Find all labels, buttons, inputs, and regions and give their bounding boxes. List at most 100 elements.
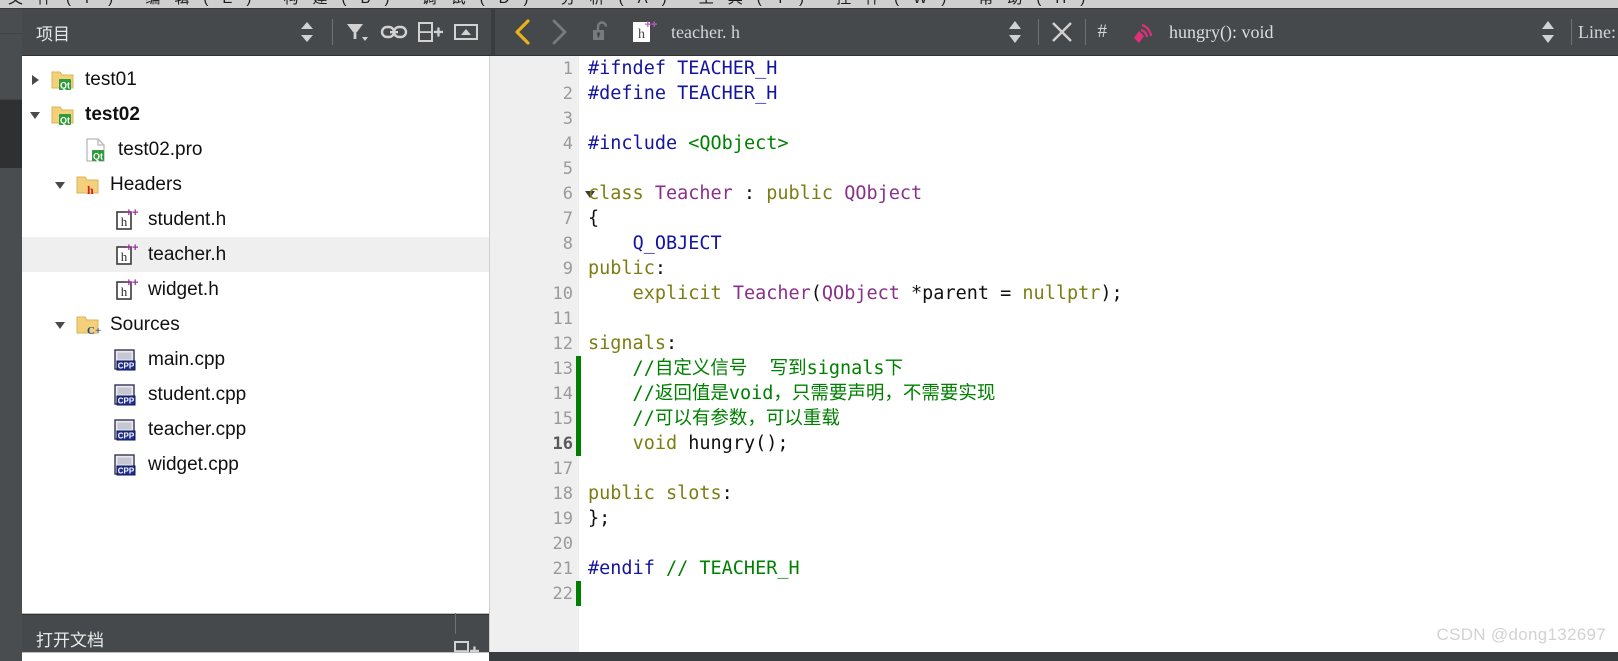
chevron-down-icon[interactable] (47, 318, 73, 332)
collapse-up-icon[interactable] (449, 15, 483, 49)
svg-text:++: ++ (126, 242, 139, 254)
mode-item-welcome[interactable] (0, 9, 22, 34)
editor-file-name[interactable]: teacher. h (671, 22, 740, 43)
close-icon[interactable] (1045, 15, 1079, 49)
line-number: 8 (562, 233, 573, 254)
current-symbol[interactable]: hungry(): void (1169, 22, 1273, 43)
code-editor[interactable]: 1 2 3 4 5 6 7 8 9 10 11 12 13 14 15 16 17 18 19 20 21 22 #ifn… (489, 56, 1618, 661)
menu-bar-labels[interactable]: 文件(F) 编辑(E) 构建(B) 调试(D) 分析(A) 工具(T) 控件(W… (8, 0, 1099, 8)
code-token: ( (810, 283, 822, 304)
updown-chevrons-icon[interactable] (290, 15, 324, 49)
tree-item-sources[interactable]: C++ Sources (22, 307, 489, 342)
project-dock: 项目 Qt test01 Qt test02 Qt test02.pro h H… (22, 9, 489, 661)
svg-text:CPP: CPP (118, 431, 135, 440)
tree-item-test02-pro[interactable]: Qt test02.pro (22, 132, 489, 167)
code-line[interactable] (588, 156, 1618, 181)
code-token: #include (588, 133, 689, 154)
chevron-down-icon[interactable] (47, 178, 73, 192)
tree-item-test01[interactable]: Qt test01 (22, 62, 489, 97)
tree-item-main-cpp[interactable]: CPP main.cpp (22, 342, 489, 377)
code-token: { (588, 208, 600, 229)
qt-creator-window: 文件(F) 编辑(E) 构建(B) 调试(D) 分析(A) 工具(T) 控件(W… (0, 0, 1618, 661)
cpp-file-icon: CPP (111, 452, 141, 478)
mode-item-design[interactable] (0, 100, 22, 168)
tree-item-student-cpp[interactable]: CPP student.cpp (22, 377, 489, 412)
tree-item-widget-cpp[interactable]: CPP widget.cpp (22, 447, 489, 482)
code-line[interactable] (588, 106, 1618, 131)
tree-item-teacher-cpp[interactable]: CPP teacher.cpp (22, 412, 489, 447)
code-line[interactable]: //自定义信号 写到signals下 (588, 356, 1618, 381)
signal-icon (1123, 15, 1157, 49)
forward-button[interactable] (541, 15, 575, 49)
menu-bar[interactable]: 文件(F) 编辑(E) 构建(B) 调试(D) 分析(A) 工具(T) 控件(W… (0, 0, 1618, 9)
code-line[interactable]: }; (588, 506, 1618, 531)
tree-item-label: test01 (85, 69, 137, 90)
project-tree[interactable]: Qt test01 Qt test02 Qt test02.pro h Head… (22, 56, 489, 613)
editor-area: h ++ teacher. h # hungry(): void Line: 1… (489, 9, 1618, 661)
tree-item-teacher-h[interactable]: h ++ teacher.h (22, 237, 489, 272)
tree-item-student-h[interactable]: h ++ student.h (22, 202, 489, 237)
code-line[interactable]: //可以有参数，可以重载 (588, 406, 1618, 431)
mode-item-debug[interactable] (0, 168, 22, 495)
code-line[interactable]: Q_OBJECT (588, 231, 1618, 256)
code-line[interactable]: signals: (588, 331, 1618, 356)
code-line[interactable]: #endif // TEACHER_H (588, 556, 1618, 581)
line-number: 19 (552, 508, 573, 529)
mode-selector-strip[interactable] (0, 9, 22, 661)
tree-item-test02[interactable]: Qt test02 (22, 97, 489, 132)
code-line[interactable]: //返回值是void，只需要声明，不需要实现 (588, 381, 1618, 406)
code-line[interactable]: #include <QObject> (588, 131, 1618, 156)
filter-icon[interactable] (341, 15, 375, 49)
split-add-icon[interactable] (413, 15, 447, 49)
chevron-right-icon[interactable] (22, 73, 48, 87)
back-button[interactable] (507, 15, 541, 49)
code-line[interactable]: void hungry(); (588, 431, 1618, 456)
svg-text:CPP: CPP (118, 466, 135, 475)
svg-text:Qt: Qt (93, 151, 103, 161)
tree-item-headers[interactable]: h Headers (22, 167, 489, 202)
code-line[interactable]: explicit Teacher(QObject *parent = nullp… (588, 281, 1618, 306)
headers-folder-icon: h (73, 173, 103, 197)
code-token: explicit (632, 283, 733, 304)
updown-chevrons-icon[interactable] (998, 15, 1032, 49)
code-token: QObject (821, 283, 900, 304)
line-number: 4 (562, 133, 573, 154)
code-text[interactable]: #ifndef TEACHER_H #define TEACHER_H #incl… (579, 56, 1618, 661)
svg-text:Qt: Qt (60, 80, 70, 90)
mode-item-projects[interactable] (0, 495, 22, 661)
tree-item-label: test02.pro (118, 139, 203, 160)
code-line[interactable]: class Teacher : public QObject (588, 181, 1618, 206)
hash-indicator: # (1097, 21, 1108, 42)
line-number: 9 (562, 258, 573, 279)
lock-icon[interactable] (585, 15, 619, 49)
line-number: 22 (552, 583, 573, 604)
code-line[interactable]: #ifndef TEACHER_H (588, 56, 1618, 81)
updown-chevrons-icon[interactable] (1531, 15, 1565, 49)
code-line[interactable] (588, 581, 1618, 606)
link-icon[interactable] (377, 15, 411, 49)
code-token: signals (588, 333, 666, 354)
code-token: // TEACHER_H (665, 558, 800, 579)
chevron-down-icon[interactable] (22, 108, 48, 122)
code-line[interactable]: #define TEACHER_H (588, 81, 1618, 106)
mode-item-edit[interactable] (0, 34, 22, 100)
line-number: 10 (552, 283, 573, 304)
code-token: Teacher (732, 283, 811, 304)
tree-item-widget-h[interactable]: h ++ widget.h (22, 272, 489, 307)
toolbar-divider (1571, 19, 1573, 45)
line-number: 6 (490, 181, 595, 206)
code-token: public (588, 258, 655, 279)
editor-toolbar-edge (491, 9, 495, 55)
line-indicator[interactable]: Line: (1578, 22, 1618, 43)
code-line[interactable]: public slots: (588, 481, 1618, 506)
code-line[interactable] (588, 456, 1618, 481)
code-line[interactable]: public: (588, 256, 1618, 281)
svg-text:C++: C++ (87, 325, 101, 337)
tree-item-label: student.cpp (148, 384, 247, 405)
code-token: //自定义信号 写到signals下 (588, 358, 904, 379)
code-token: void (632, 433, 689, 454)
code-line[interactable] (588, 306, 1618, 331)
code-token: TEACHER_H (677, 58, 778, 79)
code-line[interactable]: { (588, 206, 1618, 231)
code-line[interactable] (588, 531, 1618, 556)
